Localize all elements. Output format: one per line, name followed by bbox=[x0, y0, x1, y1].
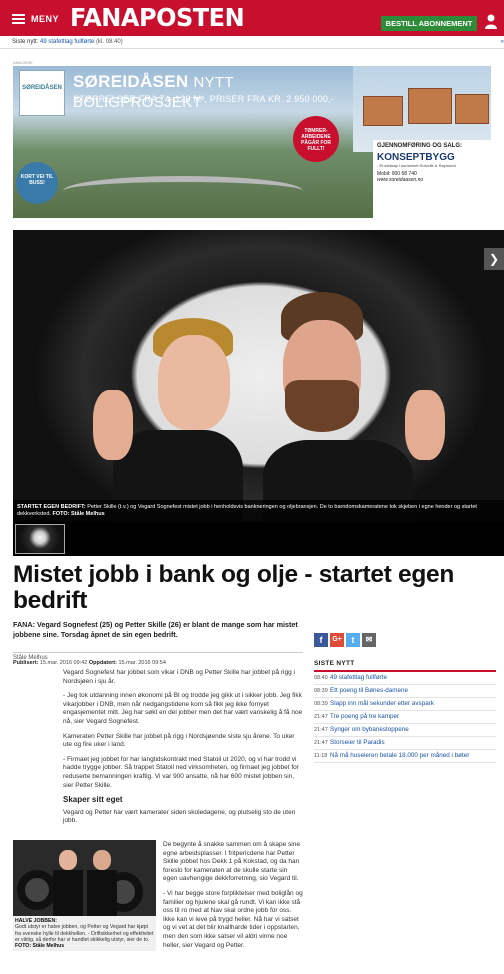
ad-info-url: www.soreidaasen.no bbox=[377, 177, 424, 183]
hero-caption-photo: FOTO: Ståle Melhus bbox=[52, 511, 105, 517]
latest-news-time: 08:39 bbox=[314, 701, 328, 707]
inline-photo-caption-label: HALVE JOBBEN: bbox=[15, 918, 57, 924]
article-paragraph: Vegard Sognefest har jobbet som vikar i … bbox=[63, 669, 295, 685]
tire-illustration bbox=[31, 230, 491, 540]
person-b-body bbox=[87, 870, 117, 916]
ad-title-main: SØREIDÅSEN bbox=[73, 72, 189, 91]
article-paragraph: Vegard og Petter har vært kamerater side… bbox=[63, 808, 296, 825]
site-logo[interactable]: FANAPOSTEN bbox=[70, 3, 245, 32]
latest-news-time: 08:40 bbox=[314, 675, 328, 681]
twitter-share-icon[interactable]: t bbox=[346, 633, 360, 647]
article-paragraph: - Jeg tok utdanning innen økonomi på BI … bbox=[63, 692, 303, 725]
inline-photo-caption-photo: FOTO: Ståle Melhus bbox=[15, 943, 65, 950]
latest-news-time: 11:18 bbox=[314, 753, 328, 759]
latest-news-list: 08:40 49 stafettlag fullførte 08:39 Ett poe… bbox=[314, 672, 496, 763]
latest-news-title[interactable]: Synger om bybanestoppene bbox=[330, 726, 409, 734]
ad-road-illustration bbox=[63, 176, 303, 206]
person-left-face bbox=[158, 335, 230, 430]
ad-red-badge: TØMRER-ARBEIDENE PÅGÅR FOR FULLT! bbox=[293, 116, 339, 162]
advertisement-banner[interactable]: SØREIDÅSEN SØREIDÅSEN NYTT BOLIGPROSJEKT… bbox=[13, 66, 491, 218]
person-right-beard bbox=[285, 380, 359, 432]
latest-news-title[interactable]: Slapp inn mål sekunder etter avspark bbox=[330, 700, 434, 708]
ad-logo-text: SØREIDÅSEN bbox=[22, 85, 62, 91]
facebook-share-icon[interactable]: f bbox=[314, 633, 328, 647]
ad-label: ANNONSE bbox=[13, 60, 33, 65]
latest-news-title[interactable]: Nå må huseieren betale 18.000 per måned … bbox=[330, 752, 469, 760]
latest-news-item[interactable]: 08:39 Ett poeng til Bønes-damene bbox=[314, 685, 496, 698]
published-date: 15.mar. 2016 09:42 bbox=[39, 660, 88, 666]
thumbnail-image[interactable] bbox=[15, 524, 65, 554]
ad-blue-badge: KORT VEI TIL BUSS! bbox=[16, 162, 58, 204]
article-paragraph: - Firmaet jeg jobbet for har langtidskon… bbox=[63, 755, 299, 789]
latest-news-title[interactable]: Ett poeng til Bønes-damene bbox=[330, 687, 408, 695]
hero-caption-label: STARTET EGEN BEDRIFT: bbox=[17, 504, 86, 510]
ad-info-small: - Et selskap i konsernet Solvelle & Raym… bbox=[377, 163, 456, 168]
latest-news-time: 21:47 bbox=[314, 740, 328, 746]
inline-photo[interactable] bbox=[13, 840, 156, 916]
latest-news-item[interactable]: 21:47 Tre poeng på tre kamper bbox=[314, 711, 496, 724]
article-title: Mistet jobb i bank og olje - startet ege… bbox=[13, 561, 454, 614]
latest-news-item[interactable]: 08:40 49 stafettlag fullførte bbox=[314, 672, 496, 685]
latest-news-time: 21:47 bbox=[314, 714, 328, 720]
article-subhead: Skaper sitt eget bbox=[63, 795, 123, 805]
latest-news-time: 21:47 bbox=[314, 727, 328, 733]
article-paragraph: De begynte å snakke sammen om å skape si… bbox=[163, 841, 300, 883]
next-image-button[interactable]: ❯ bbox=[484, 248, 504, 270]
person-b-face bbox=[93, 850, 111, 870]
menu-button[interactable]: MENY bbox=[12, 14, 59, 24]
latest-news-item[interactable]: 21:47 Storseier til Paradis bbox=[314, 737, 496, 750]
ad-info-brand: KONSEPTBYGG bbox=[377, 152, 455, 163]
person-a-face bbox=[59, 850, 77, 870]
article-dates: Publisert: 15.mar. 2016 09:42 Oppdatert:… bbox=[13, 660, 303, 666]
latest-news-title[interactable]: Storseier til Paradis bbox=[330, 739, 385, 747]
share-buttons: f G+ t ✉ bbox=[314, 633, 376, 647]
inline-photo-caption-text: Godt utstyr er halve jobben, og Petter o… bbox=[15, 924, 154, 943]
google-plus-share-icon[interactable]: G+ bbox=[330, 633, 344, 647]
user-icon[interactable] bbox=[484, 13, 498, 29]
latest-news-title[interactable]: Tre poeng på tre kamper bbox=[330, 713, 399, 721]
breaking-news-link[interactable]: 49 stafettlag fullførte bbox=[40, 39, 94, 45]
latest-news-sidebar: SISTE NYTT 08:40 49 stafettlag fullførte 0… bbox=[314, 660, 496, 763]
latest-news-heading: SISTE NYTT bbox=[314, 660, 496, 672]
latest-news-title[interactable]: 49 stafettlag fullførte bbox=[330, 674, 387, 682]
ad-info-label: GJENNOMFØRING OG SALG: bbox=[377, 143, 463, 149]
ad-title: SØREIDÅSEN NYTT BOLIGPROSJEKT bbox=[73, 72, 343, 112]
updated-date: 15.mar. 2016 09:54 bbox=[118, 660, 166, 666]
latest-news-item[interactable]: 08:39 Slapp inn mål sekunder etter avspar… bbox=[314, 698, 496, 711]
person-right-hand bbox=[405, 390, 445, 460]
ad-logo: SØREIDÅSEN bbox=[19, 70, 65, 116]
latest-news-item[interactable]: 21:47 Synger om bybanestoppene bbox=[314, 724, 496, 737]
tire-left-illustration bbox=[17, 870, 57, 910]
article-lead: FANA: Vegard Sognefest (25) og Petter Sk… bbox=[13, 620, 298, 639]
breaking-news-label: Siste nytt: bbox=[12, 39, 39, 45]
latest-news-time: 08:39 bbox=[314, 688, 328, 694]
news-arrow-icon[interactable]: « bbox=[501, 36, 504, 48]
article-paragraph: - Vi har begge store forpliktelser med b… bbox=[163, 889, 303, 949]
menu-label: MENY bbox=[31, 14, 60, 24]
latest-news-item[interactable]: 11:18 Nå må huseieren betale 18.000 per m… bbox=[314, 750, 496, 763]
hamburger-icon bbox=[12, 14, 25, 24]
breaking-news-bar: Siste nytt: 49 stafettlag fullførte (kl.… bbox=[0, 36, 504, 49]
ad-subtitle: STØRRELSER FRA 74–126 M², PRISER FRA KR.… bbox=[73, 94, 334, 104]
thumbnail-strip bbox=[13, 522, 504, 556]
published-label: Publisert: bbox=[13, 660, 39, 666]
ad-header: SØREIDÅSEN SØREIDÅSEN NYTT BOLIGPROSJEKT… bbox=[13, 66, 343, 124]
person-left-hand bbox=[93, 390, 133, 460]
article-body-col2: De begynte å snakke sammen om å skape si… bbox=[163, 841, 303, 956]
updated-label: Oppdatert: bbox=[88, 660, 117, 666]
ad-info-box: GJENNOMFØRING OG SALG: KONSEPTBYGG - Et … bbox=[373, 140, 491, 218]
hero-caption: STARTET EGEN BEDRIFT: Petter Skille (t.v… bbox=[13, 500, 504, 522]
inline-photo-caption: HALVE JOBBEN: Godt utstyr er halve jobbe… bbox=[13, 916, 156, 952]
person-a-body bbox=[53, 870, 83, 916]
article-paragraph: Kameraten Petter Skille har jobbet på ri… bbox=[63, 732, 295, 749]
email-share-icon[interactable]: ✉ bbox=[362, 633, 376, 647]
breaking-news-time: (kl. 08:40) bbox=[96, 39, 123, 45]
top-bar: MENY FANAPOSTEN BESTILL ABONNEMENT bbox=[0, 0, 504, 36]
article-body: Vegard Sognefest har jobbet som vikar i … bbox=[63, 669, 303, 832]
subscribe-button[interactable]: BESTILL ABONNEMENT bbox=[381, 16, 477, 31]
